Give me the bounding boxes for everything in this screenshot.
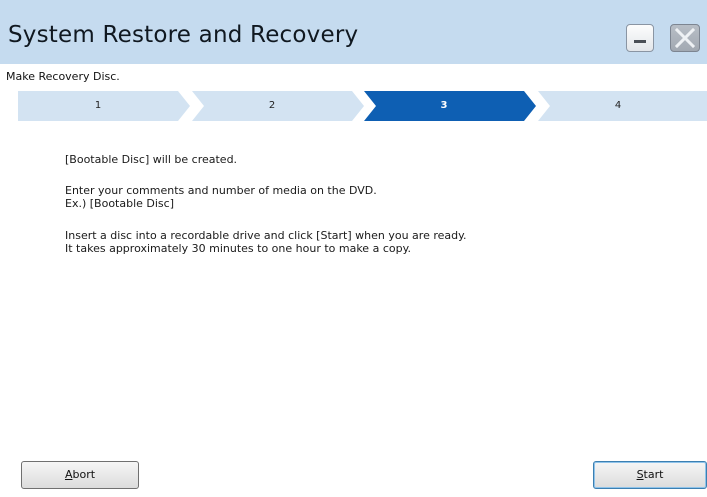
start-accel: S (636, 468, 644, 481)
minimize-button[interactable] (626, 24, 654, 52)
step-indicator: 1 2 3 4 (18, 91, 707, 121)
close-button[interactable] (670, 24, 700, 52)
instruction-line: Enter your comments and number of media … (65, 184, 377, 197)
title-bar: System Restore and Recovery (0, 0, 707, 64)
window-title: System Restore and Recovery (8, 22, 359, 48)
minimize-icon (634, 40, 646, 43)
instruction-line: Insert a disc into a recordable drive an… (65, 229, 467, 242)
step-4-label: 4 (614, 100, 622, 111)
step-3-label: 3 (440, 100, 448, 111)
instruction-line: It takes approximately 30 minutes to one… (65, 242, 412, 255)
instruction-line: Ex.) [Bootable Disc] (65, 197, 174, 210)
step-1-label: 1 (94, 100, 102, 111)
page-subtitle: Make Recovery Disc. (6, 70, 120, 83)
instructions: [Bootable Disc] will be created. Enter y… (65, 153, 467, 255)
start-button[interactable]: Start (593, 461, 707, 489)
step-4: 4 (538, 91, 707, 121)
step-1: 1 (18, 91, 190, 121)
start-label: tart (643, 468, 664, 481)
step-2: 2 (192, 91, 364, 121)
step-2-label: 2 (268, 100, 276, 111)
abort-label: bort (72, 468, 96, 481)
close-icon (674, 27, 696, 49)
abort-button[interactable]: Abort (21, 461, 139, 489)
instruction-line: [Bootable Disc] will be created. (65, 153, 238, 166)
step-3: 3 (364, 91, 536, 121)
